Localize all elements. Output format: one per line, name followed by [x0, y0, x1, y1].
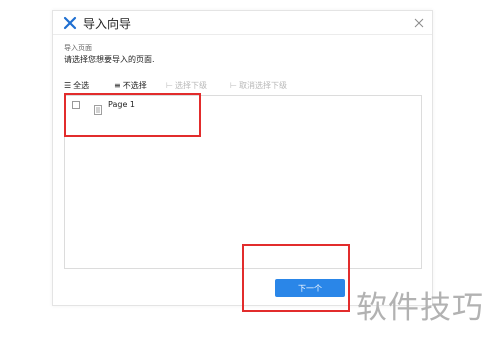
deselect-children-label: 取消选择下级 — [238, 81, 287, 90]
checklist-icon: ☰ — [64, 81, 72, 90]
select-all-label: 全选 — [73, 81, 90, 90]
select-none-button[interactable]: ≡ 不选择 — [114, 80, 147, 91]
tree-icon: ⊢ — [166, 81, 173, 90]
section-label: 导入页面 — [64, 44, 92, 52]
select-all-button[interactable]: ☰ 全选 — [64, 80, 89, 91]
list-icon: ≡ — [114, 81, 121, 90]
close-icon[interactable] — [412, 15, 426, 29]
watermark: 软件技巧 — [356, 290, 484, 326]
highlight-box-page-list — [64, 93, 201, 137]
app-logo-icon — [63, 15, 77, 30]
dialog-title: 导入向导 — [83, 17, 132, 31]
tree-icon: ⊢ — [230, 81, 237, 90]
deselect-children-button[interactable]: ⊢ 取消选择下级 — [230, 80, 287, 91]
select-none-label: 不选择 — [122, 81, 147, 90]
instruction-text: 请选择您想要导入的页面. — [64, 55, 155, 64]
highlight-box-next-button — [242, 244, 350, 312]
select-children-label: 选择下级 — [174, 81, 207, 90]
select-children-button[interactable]: ⊢ 选择下级 — [166, 80, 207, 91]
dialog-titlebar: 导入向导 — [53, 11, 432, 35]
